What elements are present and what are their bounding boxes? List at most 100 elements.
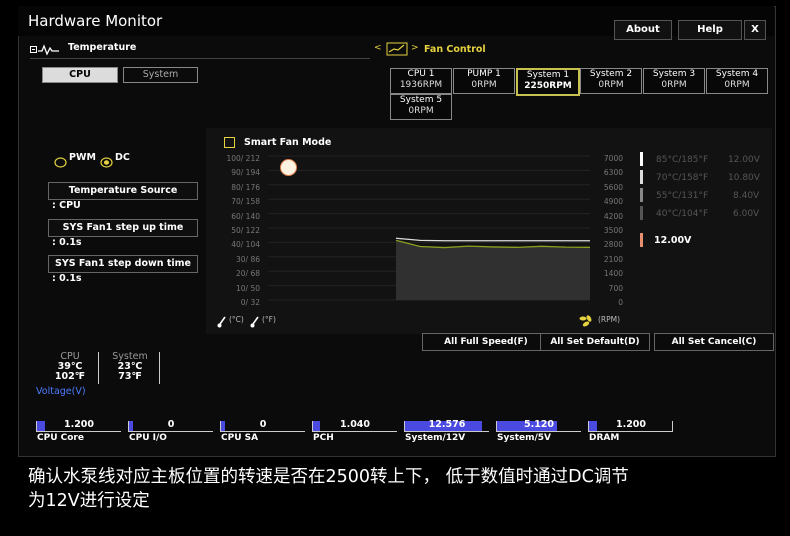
tick-label: 90/ 194 — [231, 168, 260, 178]
fan-system4-button[interactable]: System 4 0RPM — [706, 68, 768, 94]
readout-divider — [159, 352, 160, 384]
tick-label: 4900 — [603, 197, 623, 207]
all-set-cancel-button[interactable]: All Set Cancel(C) — [654, 333, 774, 351]
level-temp: 70°C/158°F — [656, 173, 709, 183]
rpm-axis: 7000 6300 5600 4900 4200 3500 2800 2100 … — [597, 152, 623, 310]
tick-label: 2100 — [603, 254, 623, 264]
tick-label: 20/ 68 — [236, 269, 260, 279]
voltage-label: DRAM — [589, 433, 620, 443]
voltage-value: 1.200 — [63, 419, 95, 430]
fan-system1-button[interactable]: System 1 2250RPM — [516, 68, 580, 96]
fan-pump1-button[interactable]: PUMP 1 0RPM — [453, 68, 515, 94]
pwm-label: PWM — [69, 152, 96, 163]
unit-fahrenheit: (°F) — [262, 315, 276, 324]
fan-rpm: 1936RPM — [399, 80, 443, 90]
tick-label: 40/ 104 — [231, 240, 260, 250]
voltage-value: 0 — [167, 419, 175, 430]
unit-celsius: (°C) — [229, 315, 244, 324]
temperature-heading: Temperature — [68, 42, 137, 53]
smart-fan-mode-checkbox[interactable] — [224, 137, 235, 148]
temperature-source-button[interactable]: Temperature Source — [48, 182, 198, 200]
level-volt: 12.00V — [728, 155, 760, 165]
tick-label: 10/ 50 — [236, 283, 260, 293]
tick-label: 7000 — [603, 154, 623, 163]
step-up-time-button[interactable]: SYS Fan1 step up time — [48, 219, 198, 237]
fan-icon — [386, 41, 408, 60]
tick-label: 4200 — [603, 211, 623, 221]
help-button[interactable]: Help — [678, 20, 742, 40]
unit-rpm: (RPM) — [598, 315, 621, 324]
series-line — [395, 237, 590, 242]
tick-label: 5600 — [603, 182, 623, 192]
caption-line: 为12V进行设定 — [28, 491, 150, 511]
fan-nav-right-arrow[interactable]: > — [411, 43, 419, 53]
fan-rpm: 2250RPM — [524, 81, 572, 91]
voltage-bar-track: 0 — [220, 419, 305, 432]
all-full-speed-button[interactable]: All Full Speed(F) — [422, 333, 550, 351]
tick-label: 700 — [608, 283, 623, 293]
tick-label: 6300 — [603, 168, 623, 178]
fan-nav-arrows[interactable]: < — [374, 43, 382, 53]
fan-name: System 4 — [715, 69, 759, 79]
step-down-time-button[interactable]: SYS Fan1 step down time — [48, 255, 198, 273]
tick-label: 70/ 158 — [231, 197, 260, 207]
tick-label: 80/ 176 — [231, 182, 260, 192]
current-voltage: 12.00V — [654, 235, 692, 246]
fan-rpm: 0RPM — [408, 106, 434, 116]
fan-system5-button[interactable]: System 5 0RPM — [390, 94, 452, 120]
fan-rpm: 0RPM — [724, 80, 750, 90]
smart-fan-mode-label: Smart Fan Mode — [244, 137, 332, 148]
level-volt: 10.80V — [728, 173, 760, 183]
tick-label: 1400 — [603, 269, 623, 279]
step-up-time-value: : 0.1s — [52, 237, 82, 248]
thermometer-icon — [217, 313, 227, 332]
voltage-bar-track: 12.576 — [404, 419, 489, 432]
close-button[interactable]: X — [744, 20, 766, 40]
dc-radio[interactable] — [100, 153, 113, 172]
tick-label: 50/ 122 — [231, 226, 260, 236]
curve-control-point[interactable] — [280, 159, 297, 176]
level-marker — [640, 170, 643, 184]
step-down-time-value: : 0.1s — [52, 273, 82, 284]
level-volt: 6.00V — [733, 209, 760, 219]
voltage-bar-track: 5.120 — [496, 419, 581, 432]
voltage-bar-track: 1.200 — [36, 419, 121, 432]
temperature-axis: 100/ 212 90/ 194 80/ 176 70/ 158 60/ 140… — [226, 152, 260, 310]
voltage-label: PCH — [313, 433, 334, 443]
system-temp-fahrenheit: 73℉ — [118, 371, 142, 382]
tick-label: 30/ 86 — [236, 254, 260, 264]
caption: 确认水泵线对应主板位置的转速是否在2500转上下， 低于数值时通过DC调节 为1… — [28, 465, 768, 513]
tick-label: 3500 — [603, 226, 623, 236]
voltage-label: CPU SA — [221, 433, 259, 443]
thermometer-icon — [250, 313, 260, 332]
level-marker — [640, 188, 643, 202]
voltage-bar-track: 1.200 — [588, 419, 673, 432]
tab-cpu[interactable]: CPU — [42, 67, 118, 83]
fan-name: System 5 — [399, 95, 443, 105]
fan-rpm: 0RPM — [471, 80, 497, 90]
cpu-temp-readout: CPU 39℃ 102℉ — [40, 352, 100, 382]
tick-label: 100/ 212 — [226, 154, 260, 163]
pwm-radio[interactable] — [54, 153, 67, 172]
fan-rpm: 0RPM — [661, 80, 687, 90]
system-temp-readout: System 23℃ 73℉ — [100, 352, 160, 382]
voltage-value: 12.576 — [428, 419, 466, 430]
voltage-bar-track: 1.040 — [312, 419, 397, 432]
voltage-label: CPU Core — [37, 433, 84, 443]
fan-name: System 3 — [652, 69, 696, 79]
fan-name: System 2 — [589, 69, 633, 79]
voltage-row-end — [672, 421, 673, 431]
fan-system2-button[interactable]: System 2 0RPM — [580, 68, 642, 94]
tab-system[interactable]: System — [123, 67, 198, 83]
temperature-source-value: : CPU — [52, 200, 81, 211]
tick-label: 0 — [618, 298, 623, 308]
all-set-default-button[interactable]: All Set Default(D) — [540, 333, 650, 351]
fan-curve-plot[interactable] — [268, 155, 590, 301]
curve-area — [396, 240, 590, 300]
tick-label: 0/ 32 — [240, 298, 260, 308]
level-temp: 85°C/185°F — [656, 155, 709, 165]
about-button[interactable]: About — [614, 20, 672, 40]
level-temp: 55°C/131°F — [656, 191, 709, 201]
fan-cpu1-button[interactable]: CPU 1 1936RPM — [390, 68, 452, 94]
fan-system3-button[interactable]: System 3 0RPM — [643, 68, 705, 94]
